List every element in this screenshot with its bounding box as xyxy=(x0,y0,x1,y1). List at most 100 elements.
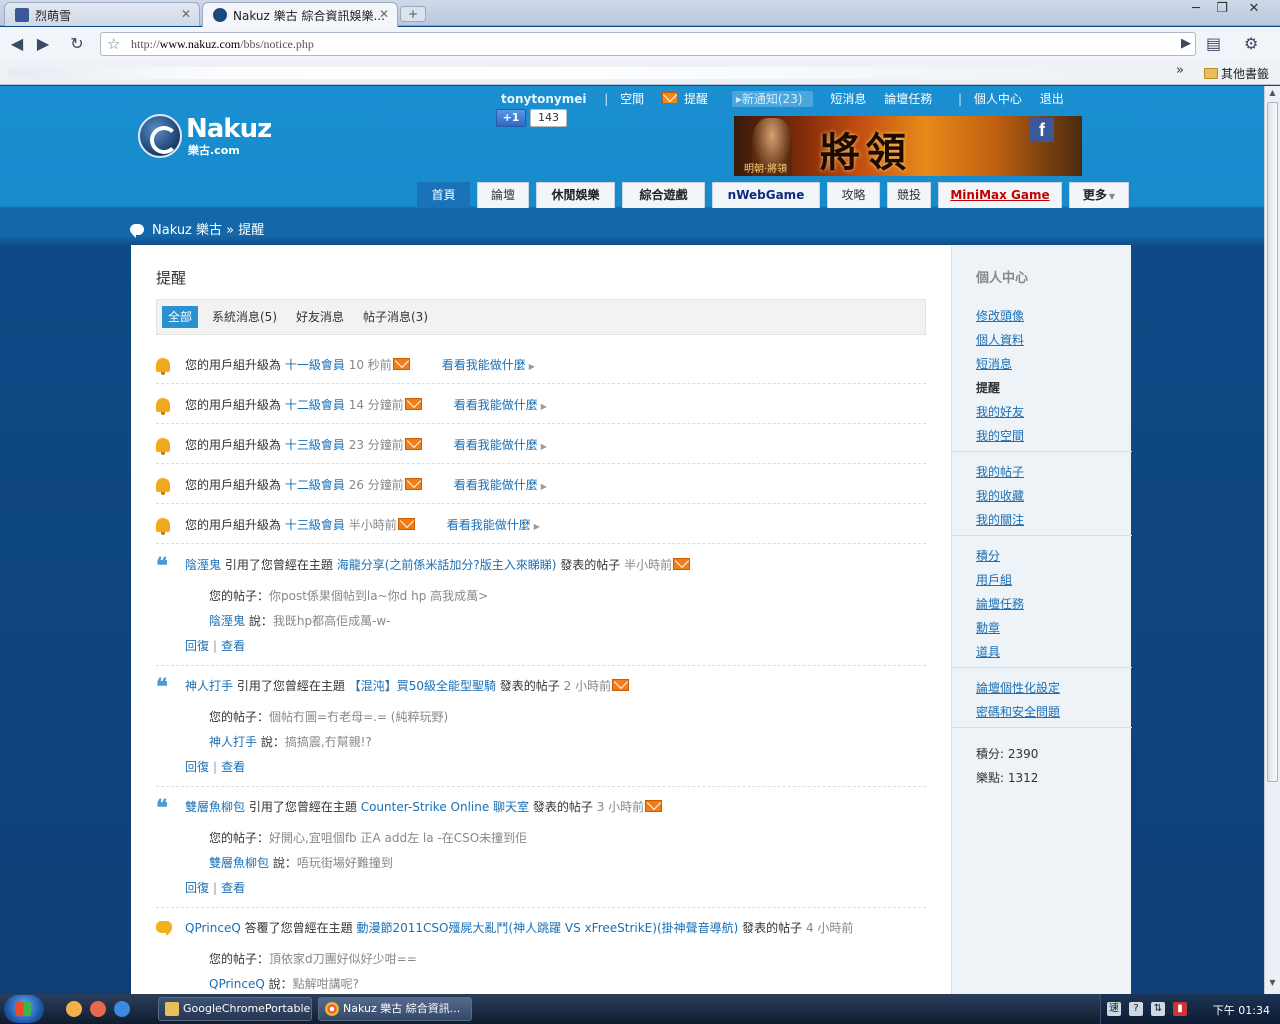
user-link[interactable]: 陰溼鬼 xyxy=(209,614,245,628)
group-link[interactable]: 十二級會員 xyxy=(285,398,345,412)
nav-tab[interactable]: 論壇 xyxy=(477,182,529,208)
nav-tab[interactable]: MiniMax Game xyxy=(938,182,1062,208)
browser-tab-2[interactable]: Nakuz 樂古 綜合資訊娛樂... ✕ xyxy=(202,2,398,27)
sidebar-link[interactable]: 密碼和安全問題 xyxy=(976,703,1060,720)
user-link[interactable]: 雙層魚柳包 xyxy=(209,856,269,870)
nav-tab[interactable]: 競投 xyxy=(887,182,931,208)
game-banner[interactable]: 將領 明朝·將領 f xyxy=(734,116,1082,176)
what-can-i-do-link[interactable]: 看看我能做什麼 ▶ xyxy=(447,518,540,532)
filter-post[interactable]: 帖子消息(3) xyxy=(357,306,434,328)
user-link[interactable]: 雙層魚柳包 xyxy=(185,800,245,814)
sidebar-link[interactable]: 修改頭像 xyxy=(976,307,1024,324)
nav-tab[interactable]: 更多 ▼ xyxy=(1069,182,1129,208)
remind-link[interactable]: 提醒 xyxy=(662,92,714,106)
close-window-button[interactable]: ✕ xyxy=(1240,0,1268,20)
user-link[interactable]: QPrinceQ xyxy=(209,977,265,991)
group-link[interactable]: 十三級會員 xyxy=(285,518,345,532)
taskbar-item[interactable]: Nakuz 樂古 綜合資訊... xyxy=(318,997,472,1021)
maximize-button[interactable]: ❐ xyxy=(1208,0,1236,20)
go-arrow-icon[interactable]: ▶ xyxy=(1181,36,1191,51)
sidebar-link[interactable]: 積分 xyxy=(976,547,1000,564)
reply-link[interactable]: 回復 xyxy=(185,639,209,653)
what-can-i-do-link[interactable]: 看看我能做什麼 ▶ xyxy=(454,438,547,452)
user-link[interactable]: 神人打手 xyxy=(209,735,257,749)
taskbar-item[interactable]: GoogleChromePortable xyxy=(158,997,312,1021)
sidebar-link[interactable]: 我的帖子 xyxy=(976,463,1024,480)
view-link[interactable]: 查看 xyxy=(221,760,245,774)
nav-tab[interactable]: 綜合遊戲 xyxy=(622,182,705,208)
topic-link[interactable]: 動漫節2011CSO殭屍大亂鬥(神人跳躍 VS xFreeStrikE)(掛神聲… xyxy=(356,921,738,935)
sidebar-link[interactable]: 我的好友 xyxy=(976,403,1024,420)
page-scrollbar[interactable]: ▲ ▼ xyxy=(1264,86,1280,994)
what-can-i-do-link[interactable]: 看看我能做什麼 ▶ xyxy=(454,398,547,412)
sidebar-link[interactable]: 短消息 xyxy=(976,355,1012,372)
user-link[interactable]: 陰溼鬼 xyxy=(185,558,221,572)
sidebar-link[interactable]: 用戶組 xyxy=(976,571,1012,588)
center-link[interactable]: 個人中心 xyxy=(974,92,1022,106)
sidebar-link[interactable]: 我的收藏 xyxy=(976,487,1024,504)
reload-icon[interactable]: ↻ xyxy=(66,33,88,55)
what-can-i-do-link[interactable]: 看看我能做什麼 ▶ xyxy=(442,358,535,372)
nav-tab[interactable]: 休閒娛樂 xyxy=(536,182,615,208)
sidebar-link[interactable]: 我的關注 xyxy=(976,511,1024,528)
ime-icon[interactable]: 速 xyxy=(1107,1002,1121,1016)
other-bookmarks-button[interactable]: 其他書籤 xyxy=(1204,65,1269,82)
nav-tab[interactable]: 首頁 xyxy=(417,182,470,208)
reply-link[interactable]: 回復 xyxy=(185,881,209,895)
browser-tab-1[interactable]: 烈萌雪 ✕ xyxy=(4,2,200,26)
bookmarks-overflow-chevron-icon[interactable]: » xyxy=(1176,63,1184,78)
start-button[interactable] xyxy=(4,995,44,1023)
sidebar-link[interactable]: 道具 xyxy=(976,643,1000,660)
filter-friend[interactable]: 好友消息 xyxy=(290,306,350,328)
view-link[interactable]: 查看 xyxy=(221,881,245,895)
space-link[interactable]: 空間 xyxy=(620,92,644,106)
reply-link[interactable]: 回復 xyxy=(185,760,209,774)
filter-all[interactable]: 全部 xyxy=(162,306,199,328)
tasks-link[interactable]: 論壇任務 xyxy=(884,92,932,106)
topic-link[interactable]: 【混沌】買50級全能型聖騎 xyxy=(349,679,496,693)
close-tab-icon[interactable]: ✕ xyxy=(379,7,389,21)
quicklaunch-icon[interactable] xyxy=(90,1001,106,1017)
plusone-button[interactable]: +1 xyxy=(496,109,526,127)
network-icon[interactable]: ⇅ xyxy=(1151,1002,1165,1016)
group-link[interactable]: 十三級會員 xyxy=(285,438,345,452)
filter-system[interactable]: 系統消息(5) xyxy=(206,306,283,328)
sidebar-link[interactable]: 我的空間 xyxy=(976,427,1024,444)
user-link[interactable]: 神人打手 xyxy=(185,679,233,693)
wrench-menu-icon[interactable]: ⚙ xyxy=(1244,34,1258,53)
site-logo[interactable]: Nakuz 樂古.com xyxy=(138,112,278,160)
scroll-down-icon[interactable]: ▼ xyxy=(1267,978,1278,990)
sidebar-link[interactable]: 論壇個性化設定 xyxy=(976,679,1060,696)
ie-icon[interactable] xyxy=(114,1001,130,1017)
forward-arrow-icon[interactable]: ▶ xyxy=(32,33,54,55)
sidebar-link[interactable]: 論壇任務 xyxy=(976,595,1024,612)
scroll-thumb[interactable] xyxy=(1267,102,1278,782)
nav-tab[interactable]: nWebGame xyxy=(712,182,820,208)
address-bar[interactable]: ☆ http://www.nakuz.com/bbs/notice.php ▶ xyxy=(100,32,1196,56)
new-tab-button[interactable]: + xyxy=(400,6,426,22)
breadcrumb-home[interactable]: Nakuz 樂古 xyxy=(152,223,222,238)
quicklaunch-icon[interactable] xyxy=(66,1001,82,1017)
sidebar-link[interactable]: 個人資料 xyxy=(976,331,1024,348)
close-tab-icon[interactable]: ✕ xyxy=(181,7,191,21)
user-link[interactable]: QPrinceQ xyxy=(185,921,241,935)
facebook-icon[interactable]: f xyxy=(1030,118,1054,142)
topic-link[interactable]: 海龍分享(之前係米話加分?版主入來睇睇) xyxy=(337,558,557,572)
bookmark-star-icon[interactable]: ☆ xyxy=(107,35,120,53)
logout-link[interactable]: 退出 xyxy=(1040,92,1064,106)
help-icon[interactable]: ? xyxy=(1129,1002,1143,1016)
nav-tab[interactable]: 攻略 xyxy=(827,182,880,208)
group-link[interactable]: 十二級會員 xyxy=(285,478,345,492)
sidebar-link[interactable]: 提醒 xyxy=(976,379,1000,396)
url-text[interactable]: http://www.nakuz.com/bbs/notice.php xyxy=(131,37,314,52)
scroll-up-icon[interactable]: ▲ xyxy=(1267,88,1278,100)
new-notice-badge[interactable]: ▸新通知(23) xyxy=(731,91,813,107)
group-link[interactable]: 十一級會員 xyxy=(285,358,345,372)
what-can-i-do-link[interactable]: 看看我能做什麼 ▶ xyxy=(454,478,547,492)
username-link[interactable]: tonytonymei xyxy=(501,92,586,106)
antivirus-icon[interactable]: ▮ xyxy=(1173,1002,1187,1016)
sidebar-link[interactable]: 勳章 xyxy=(976,619,1000,636)
view-link[interactable]: 查看 xyxy=(221,639,245,653)
page-menu-icon[interactable]: ▤ xyxy=(1206,34,1221,53)
topic-link[interactable]: Counter-Strike Online 聊天室 xyxy=(361,800,529,814)
